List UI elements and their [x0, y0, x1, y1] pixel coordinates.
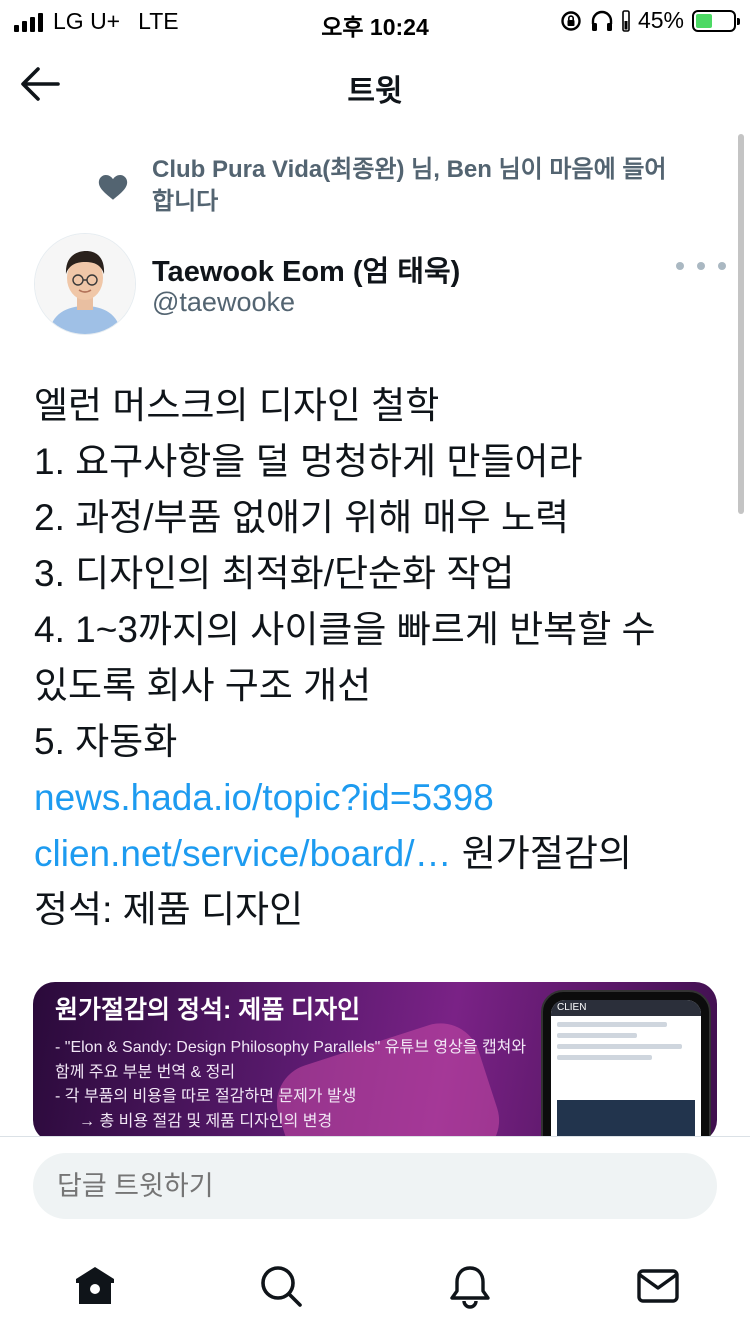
tweet-line: 5. 자동화 — [34, 721, 178, 762]
tweet-line: 정석: 제품 디자인 — [34, 889, 304, 930]
battery-level-icon — [622, 9, 630, 32]
bell-icon — [450, 1266, 490, 1309]
tweet-line: 엘런 머스크의 디자인 철학 — [34, 385, 440, 426]
status-bar: LG U+ LTE 오후 10:24 45% — [0, 0, 750, 42]
author-handle[interactable]: @taewooke — [152, 287, 295, 318]
card-text-line: - "Elon & Sandy: Design Philosophy Paral… — [55, 1039, 527, 1056]
header: 트윗 — [0, 42, 750, 128]
card-phone-image: CLIEN — [541, 990, 711, 1142]
card-text-line: 함께 주요 부분 번역 & 정리 — [55, 1063, 236, 1081]
card-title: 원가절감의 정석: 제품 디자인 — [55, 996, 361, 1024]
avatar[interactable] — [34, 233, 136, 335]
tweet-line: 1. 요구사항을 덜 멍청하게 만들어라 — [34, 441, 583, 482]
scrollbar[interactable] — [738, 134, 744, 514]
search-icon — [261, 1266, 302, 1307]
tab-home[interactable] — [71, 1262, 119, 1310]
more-dot-icon — [676, 262, 684, 270]
status-right: 45% — [560, 7, 740, 34]
card-description: - "Elon & Sandy: Design Philosophy Paral… — [55, 1036, 526, 1134]
rotation-lock-icon — [561, 10, 581, 31]
more-options-button[interactable] — [676, 254, 726, 278]
mail-icon — [637, 1269, 679, 1303]
tweet-line: 3. 디자인의 최적화/단순화 작업 — [34, 553, 515, 594]
author-name[interactable]: Taewook Eom (엄 태욱) — [152, 248, 460, 290]
battery-percent: 45% — [637, 7, 684, 33]
headphones-icon — [591, 10, 613, 31]
heart-icon — [98, 174, 128, 200]
page-title: 트윗 — [347, 75, 403, 108]
tweet-text: 엘런 머스크의 디자인 철학 1. 요구사항을 덜 멍청하게 만들어라 2. 과… — [34, 378, 724, 938]
tweet-link-suffix: 원가절감의 — [451, 833, 632, 874]
more-dot-icon — [718, 262, 726, 270]
tab-notifications[interactable] — [446, 1262, 494, 1310]
tweet-line: 있도록 회사 구조 개선 — [34, 665, 372, 706]
liked-by-text: Club Pura Vida(최종완) 님, Ben 님이 마음에 들어 합니다 — [152, 156, 667, 215]
tweet-link-clien[interactable]: clien.net/service/board/… — [34, 833, 451, 874]
tweet-line: 2. 과정/부품 없애기 위해 매우 노력 — [34, 497, 570, 538]
battery-icon — [692, 9, 740, 32]
link-card[interactable]: 원가절감의 정석: 제품 디자인 - "Elon & Sandy: Design… — [33, 982, 717, 1142]
card-text-line: → 총 비용 절감 및 제품 디자인의 변경 — [79, 1112, 333, 1130]
phone-brand: CLIEN — [551, 1000, 701, 1016]
more-dot-icon — [697, 262, 705, 270]
phone-screen: CLIEN — [551, 1000, 701, 1142]
home-icon — [76, 1267, 114, 1304]
battery-fill — [696, 13, 713, 28]
tab-messages[interactable] — [634, 1262, 682, 1310]
tweet-link-hada[interactable]: news.hada.io/topic?id=5398 — [34, 777, 494, 818]
card-text-line: - 각 부품의 비용을 따로 절감하면 문제가 발생 — [55, 1088, 357, 1105]
avatar-photo — [35, 234, 135, 334]
tab-explore[interactable] — [257, 1262, 305, 1310]
tweet-line: 4. 1~3까지의 사이클을 빠르게 반복할 수 — [34, 609, 656, 650]
reply-input[interactable] — [33, 1153, 717, 1219]
